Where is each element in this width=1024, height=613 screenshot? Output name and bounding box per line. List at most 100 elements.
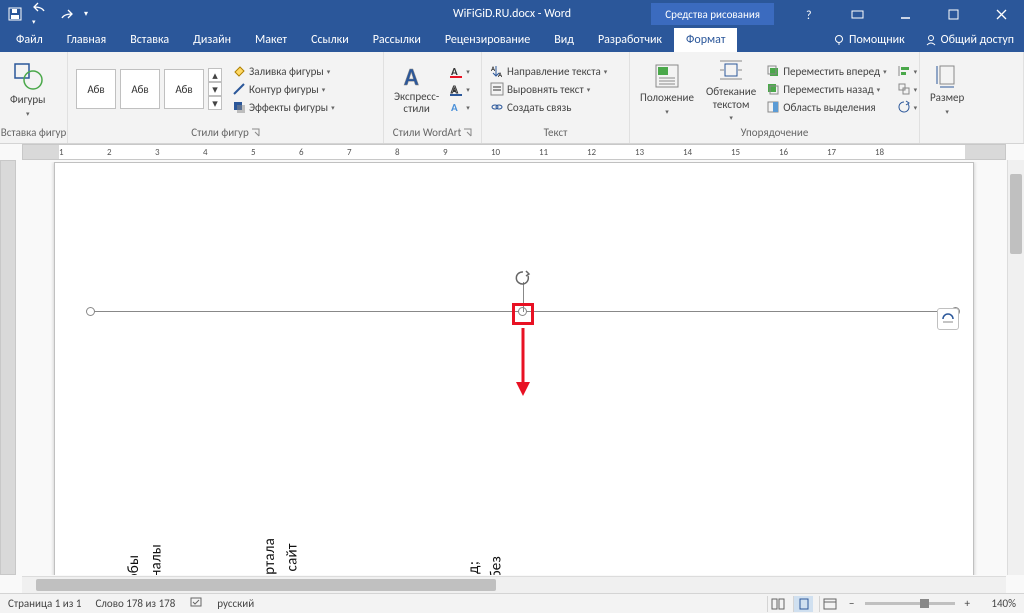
tab-format[interactable]: Формат xyxy=(674,28,737,52)
dialog-launcher-icon[interactable] xyxy=(463,128,472,137)
ribbon: Фигуры ▾ Вставка фигур Абв Абв Абв ▴ ▾ ▾… xyxy=(0,52,1024,144)
shape-effects[interactable]: Эффекты фигуры▾ xyxy=(230,99,337,115)
tab-mailings[interactable]: Рассылки xyxy=(361,28,433,52)
gallery-more[interactable]: ▾ xyxy=(208,96,222,110)
text-fill[interactable]: A▾ xyxy=(447,63,472,79)
word-count[interactable]: Слово 178 из 178 xyxy=(95,597,175,610)
rotation-handle[interactable] xyxy=(515,270,531,286)
group-icon xyxy=(897,82,911,96)
vscroll-thumb[interactable] xyxy=(1010,174,1022,254)
dialog-launcher-icon[interactable] xyxy=(251,128,260,137)
align-icon xyxy=(897,64,911,78)
layout-options-button[interactable] xyxy=(937,308,959,330)
align-button[interactable]: ▾ xyxy=(895,63,920,79)
group-shape-styles: Стили фигур xyxy=(191,126,249,139)
zoom-slider[interactable] xyxy=(865,602,955,605)
shape-style-1[interactable]: Абв xyxy=(76,69,116,109)
tab-developer[interactable]: Разработчик xyxy=(586,28,674,52)
spellcheck-icon[interactable] xyxy=(189,596,203,611)
gallery-up[interactable]: ▴ xyxy=(208,68,222,82)
tab-insert[interactable]: Вставка xyxy=(118,28,181,52)
help-button[interactable]: ? xyxy=(786,0,832,28)
fill-icon xyxy=(232,64,246,78)
wrap-text-button[interactable]: Обтекание текстом▾ xyxy=(702,56,760,121)
send-backward[interactable]: Переместить назад▾ xyxy=(764,81,888,97)
quick-styles-button[interactable]: A Экспресс- стили xyxy=(390,63,443,115)
share-icon xyxy=(925,34,937,46)
tab-file[interactable]: Файл xyxy=(0,28,55,52)
tab-layout[interactable]: Макет xyxy=(243,28,299,52)
print-layout-button[interactable] xyxy=(793,596,813,612)
share-button[interactable]: Общий доступ xyxy=(915,33,1024,47)
position-label: Положение xyxy=(640,92,694,104)
group-button[interactable]: ▾ xyxy=(895,81,920,97)
group-arrange: Упорядочение xyxy=(630,124,919,143)
minimize-button[interactable] xyxy=(882,0,928,28)
ribbon-display-button[interactable] xyxy=(834,0,880,28)
tab-home[interactable]: Главная xyxy=(55,28,118,52)
outline-icon xyxy=(232,82,246,96)
rotate-button[interactable]: ▾ xyxy=(895,99,920,115)
shape-style-3[interactable]: Абв xyxy=(164,69,204,109)
wordart-icon: A xyxy=(402,63,432,89)
position-button[interactable]: Положение▾ xyxy=(636,62,698,115)
group-wordart: Стили WordArt xyxy=(393,126,462,139)
tab-view[interactable]: Вид xyxy=(542,28,586,52)
close-button[interactable] xyxy=(978,0,1024,28)
shapes-icon xyxy=(11,60,45,92)
layout-options-icon xyxy=(941,312,955,326)
zoom-thumb[interactable] xyxy=(920,599,929,608)
zoom-out[interactable]: − xyxy=(845,597,858,610)
zoom-level[interactable]: 140% xyxy=(980,597,1016,610)
selection-pane[interactable]: Область выделения xyxy=(764,99,888,115)
effects-icon xyxy=(232,100,246,114)
tab-references[interactable]: Ссылки xyxy=(299,28,361,52)
page-count[interactable]: Страница 1 из 1 xyxy=(8,597,81,610)
language[interactable]: русский xyxy=(217,597,254,610)
tab-design[interactable]: Дизайн xyxy=(181,28,243,52)
zoom-in[interactable]: + xyxy=(961,597,974,610)
size-button[interactable]: Размер▾ xyxy=(926,62,968,115)
gallery-down[interactable]: ▾ xyxy=(208,82,222,96)
ribbon-tabs: Файл Главная Вставка Дизайн Макет Ссылки… xyxy=(0,28,1024,52)
bring-forward[interactable]: Переместить вперед▾ xyxy=(764,63,888,79)
qat-customize-icon[interactable]: ▾ xyxy=(84,9,88,19)
text-column-2: информационного портала ши потребности. … xyxy=(259,538,304,575)
vertical-ruler[interactable] xyxy=(0,160,16,575)
hscroll-thumb[interactable] xyxy=(36,579,496,591)
align-text[interactable]: Выровнять текст▾ xyxy=(488,81,609,97)
text-effects-icon: A xyxy=(449,100,463,114)
save-icon[interactable] xyxy=(8,7,22,21)
handle-left[interactable] xyxy=(86,307,95,316)
horizontal-ruler[interactable]: 123456789101112131415161718 xyxy=(22,144,1006,160)
wrap-label: Обтекание текстом xyxy=(706,86,756,110)
vertical-scrollbar[interactable] xyxy=(1007,160,1024,575)
quick-styles-label: Экспресс- стили xyxy=(394,91,439,115)
annotation-box xyxy=(512,303,534,325)
shapes-label: Фигуры xyxy=(10,94,46,106)
maximize-button[interactable] xyxy=(930,0,976,28)
shape-style-2[interactable]: Абв xyxy=(120,69,160,109)
position-icon xyxy=(653,62,681,90)
redo-icon[interactable] xyxy=(60,7,74,21)
page: шего WiFiГида. Но чтобы помогли, заметит… xyxy=(54,162,974,575)
quick-access-toolbar: ▾ ▾ xyxy=(0,0,96,28)
document-area[interactable]: шего WiFiГида. Но чтобы помогли, заметит… xyxy=(22,162,1006,575)
text-outline-icon: A xyxy=(449,82,463,96)
text-effects[interactable]: A▾ xyxy=(447,99,472,115)
shape-outline[interactable]: Контур фигуры▾ xyxy=(230,81,337,97)
shape-fill[interactable]: Заливка фигуры▾ xyxy=(230,63,337,79)
tell-me-label: Помощник xyxy=(849,33,905,47)
text-outline[interactable]: A▾ xyxy=(447,81,472,97)
text-direction[interactable]: AAНаправление текста▾ xyxy=(488,63,609,79)
shape-selection[interactable] xyxy=(91,311,955,313)
shapes-button[interactable]: Фигуры ▾ xyxy=(6,60,50,117)
svg-text:A: A xyxy=(498,70,503,78)
read-mode-button[interactable] xyxy=(767,596,787,612)
horizontal-scrollbar[interactable] xyxy=(22,576,1006,593)
undo-icon[interactable]: ▾ xyxy=(32,0,50,28)
create-link[interactable]: Создать связь xyxy=(488,99,609,115)
tell-me[interactable]: Помощник xyxy=(823,33,915,47)
tab-review[interactable]: Рецензирование xyxy=(433,28,542,52)
web-layout-button[interactable] xyxy=(819,596,839,612)
